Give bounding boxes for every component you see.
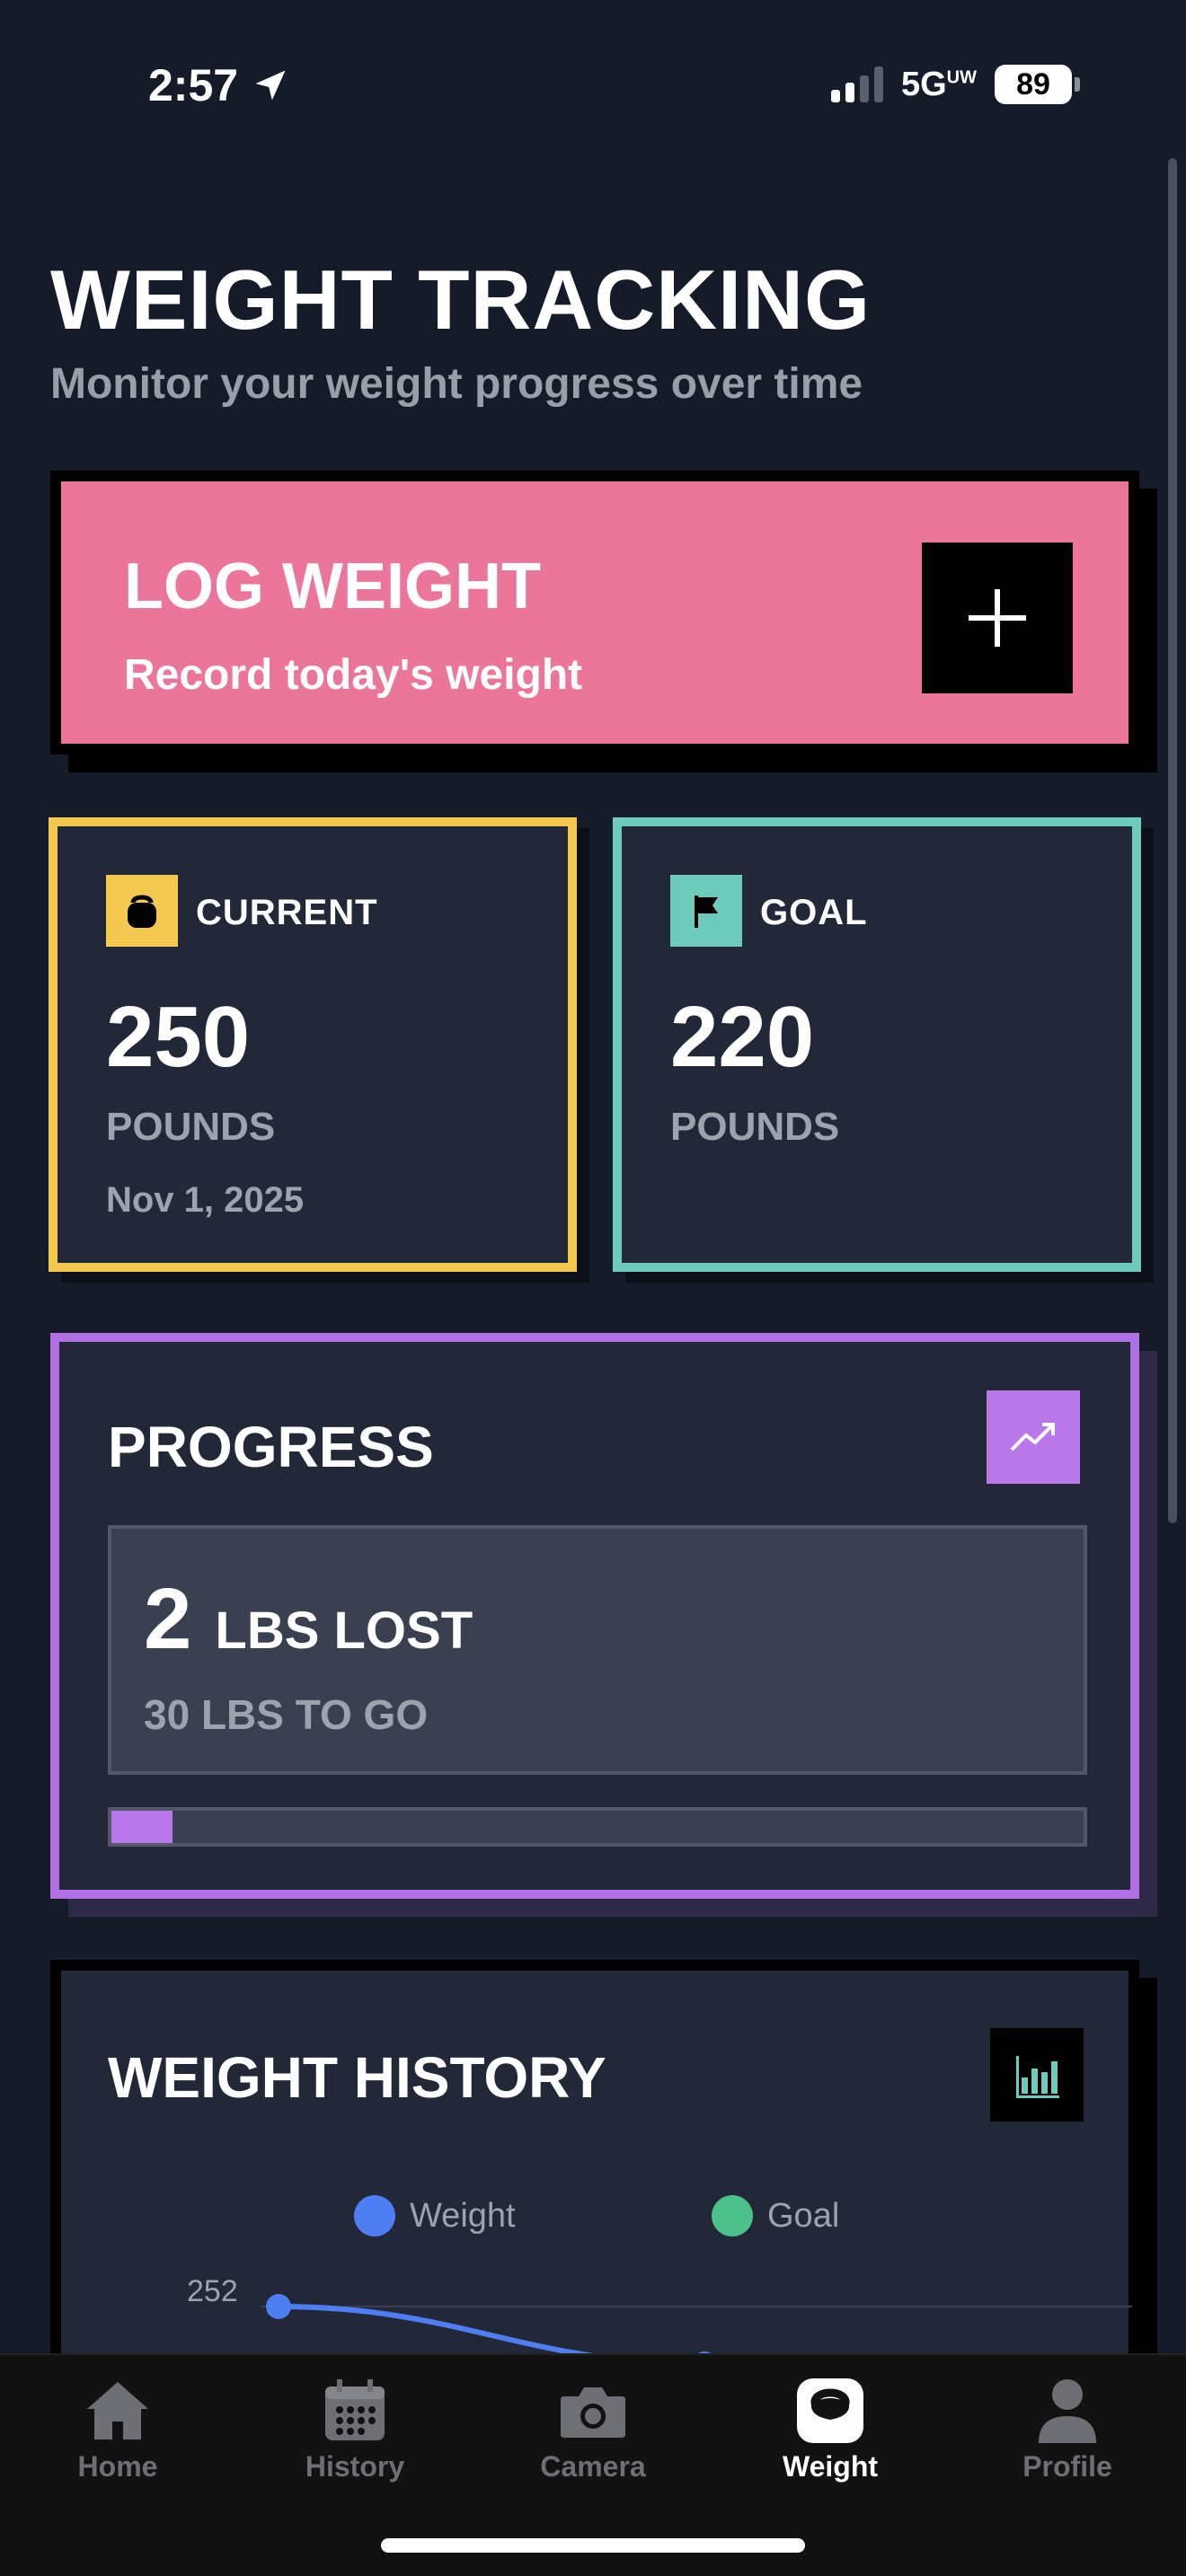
- lbs-to-go: 30 LBS TO GO: [144, 1691, 429, 1738]
- person-icon: [1031, 2375, 1103, 2447]
- status-time-text: 2:57: [148, 60, 239, 110]
- goal-value: 220: [670, 989, 815, 1085]
- y-axis-tick: 252: [187, 2274, 238, 2308]
- tab-camera-label: Camera: [540, 2450, 646, 2483]
- progress-title: PROGRESS: [108, 1415, 434, 1479]
- status-indicators: 5GUW 89: [830, 65, 1080, 104]
- progress-card: PROGRESS 2 LBS LOST 30 LBS TO GO: [50, 1333, 1139, 1899]
- weight-series-line: [278, 2304, 594, 2353]
- tab-weight-label: Weight: [782, 2450, 879, 2483]
- tab-weight[interactable]: Weight: [740, 2375, 920, 2483]
- current-weight-card: CURRENT 250 POUNDS Nov 1, 2025: [49, 817, 577, 1272]
- page-subtitle: Monitor your weight progress over time: [50, 360, 863, 408]
- tab-history[interactable]: History: [265, 2375, 445, 2483]
- goal-label: GOAL: [760, 893, 868, 932]
- bar-chart-icon[interactable]: [990, 2028, 1084, 2122]
- battery-icon: 89: [995, 65, 1080, 104]
- tab-profile-label: Profile: [1022, 2450, 1112, 2483]
- house-icon: [82, 2375, 154, 2447]
- progress-bar-fill: [111, 1811, 173, 1843]
- current-label: CURRENT: [196, 893, 378, 932]
- log-weight-title: LOG WEIGHT: [124, 551, 541, 622]
- tab-home-label: Home: [77, 2450, 158, 2483]
- network-label: 5GUW: [901, 66, 977, 104]
- tab-home[interactable]: Home: [28, 2375, 208, 2483]
- flag-icon: [670, 875, 742, 947]
- legend-goal-swatch: [712, 2195, 753, 2236]
- trending-up-icon: [987, 1390, 1080, 1484]
- location-arrow-icon: [255, 70, 286, 101]
- legend-goal: Goal: [712, 2195, 839, 2236]
- current-unit: POUNDS: [106, 1105, 276, 1149]
- signal-icon: [830, 66, 883, 102]
- status-time: 2:57: [148, 59, 290, 111]
- current-date: Nov 1, 2025: [106, 1180, 305, 1220]
- current-value: 250: [106, 989, 251, 1085]
- legend-weight-swatch: [354, 2195, 395, 2236]
- page-title: WEIGHT TRACKING: [50, 252, 872, 347]
- tab-history-label: History: [305, 2450, 405, 2483]
- legend-weight-label: Weight: [410, 2196, 516, 2235]
- calendar-icon: [319, 2375, 391, 2447]
- tab-camera[interactable]: Camera: [503, 2375, 683, 2483]
- log-weight-subtitle: Record today's weight: [124, 651, 583, 699]
- battery-level: 89: [995, 65, 1072, 104]
- goal-unit: POUNDS: [670, 1105, 840, 1149]
- log-weight-button[interactable]: LOG WEIGHT Record today's weight: [50, 471, 1139, 754]
- home-indicator[interactable]: [381, 2538, 805, 2553]
- plus-icon[interactable]: [922, 543, 1073, 693]
- lbs-lost-value: 2: [144, 1571, 192, 1667]
- progress-bar: [108, 1807, 1087, 1847]
- camera-icon: [557, 2375, 629, 2447]
- weight-history-chart: [261, 2294, 1132, 2353]
- network-suffix: UW: [946, 66, 977, 87]
- goal-weight-card: GOAL 220 POUNDS: [613, 817, 1141, 1272]
- weight-point-0[interactable]: [266, 2294, 291, 2319]
- weight-history-title: WEIGHT HISTORY: [108, 2045, 606, 2110]
- legend-weight: Weight: [354, 2195, 516, 2236]
- lbs-lost: 2 LBS LOST: [144, 1570, 473, 1669]
- legend-goal-label: Goal: [767, 2196, 840, 2235]
- kettlebell-icon: [106, 875, 178, 947]
- lbs-lost-label: LBS LOST: [215, 1601, 474, 1660]
- weight-tracking-screen: 2:57 5GUW 89 WEIGHT TRACKING Monitor you…: [0, 0, 1186, 2576]
- tab-profile[interactable]: Profile: [978, 2375, 1157, 2483]
- scrollbar[interactable]: [1168, 158, 1177, 1523]
- kettlebell-icon: [794, 2375, 866, 2447]
- network-text: 5G: [900, 65, 947, 103]
- progress-summary: 2 LBS LOST 30 LBS TO GO: [108, 1525, 1087, 1775]
